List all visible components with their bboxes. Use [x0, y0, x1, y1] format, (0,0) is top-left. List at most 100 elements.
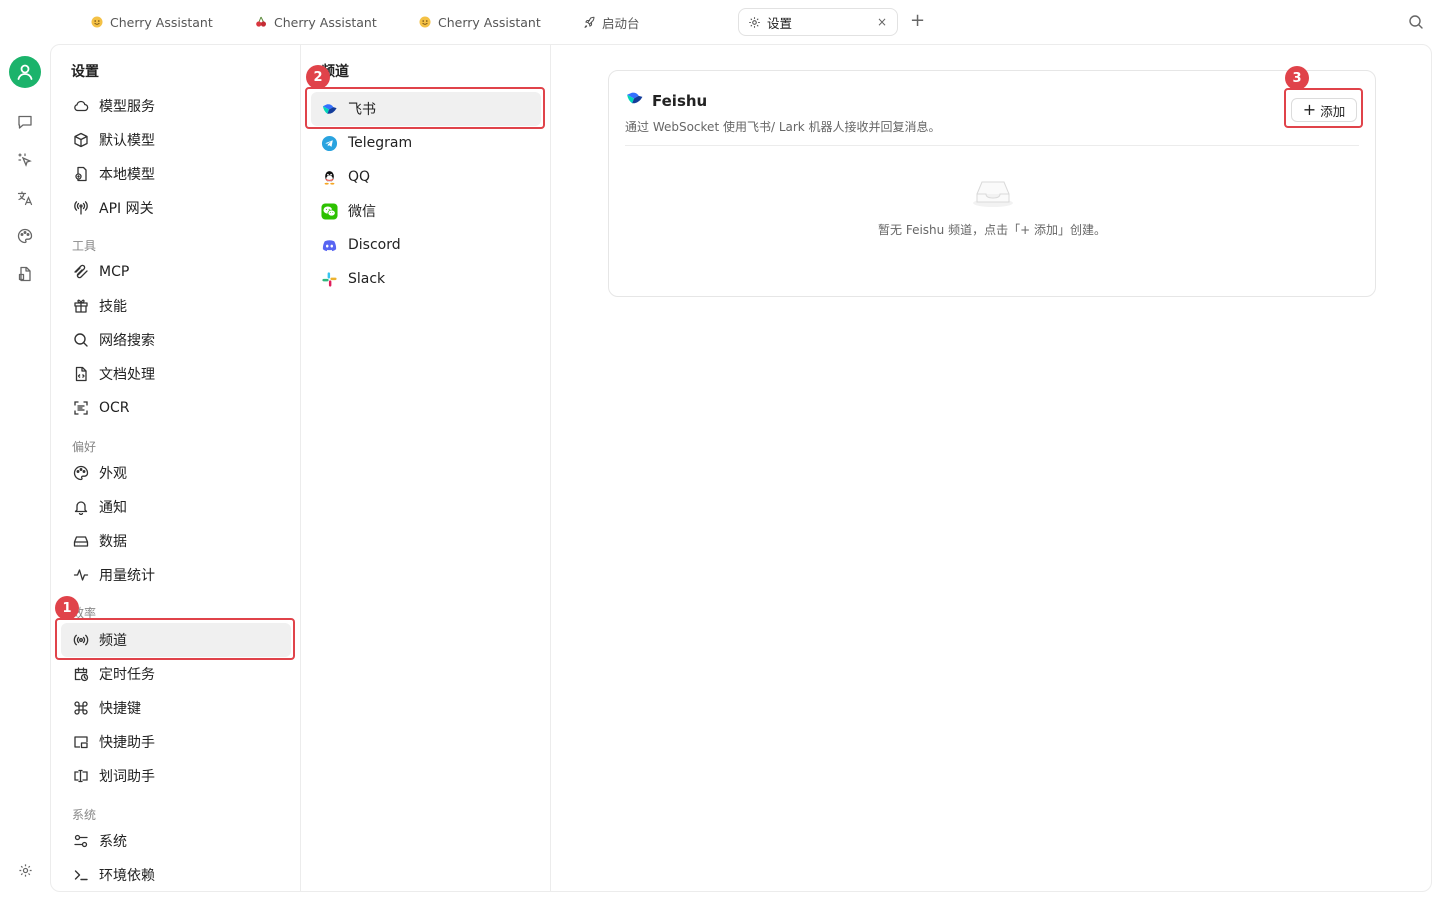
tab-cherry-assistant-2[interactable]: Cherry Assistant	[246, 8, 385, 36]
sidebar-item-channels[interactable]: 频道	[61, 623, 291, 657]
add-button-label: 添加	[1320, 103, 1346, 119]
document-code-icon	[73, 366, 89, 382]
channel-item-label: 飞书	[348, 102, 376, 118]
gear-icon[interactable]	[17, 862, 33, 878]
translate-icon[interactable]	[17, 190, 33, 206]
sidebar-item-appearance[interactable]: 外观	[61, 456, 291, 490]
calendar-clock-icon	[73, 666, 89, 682]
sidebar-item-quick-assistant[interactable]: 快捷助手	[61, 725, 291, 759]
sidebar-item-label: MCP	[99, 264, 130, 280]
channel-item-label: Slack	[348, 271, 386, 287]
channel-item-wechat[interactable]: 微信	[311, 194, 541, 228]
search-icon[interactable]	[1408, 14, 1424, 30]
tab-cherry-assistant-1[interactable]: Cherry Assistant	[82, 8, 221, 36]
new-tab-button[interactable]: +	[910, 12, 926, 30]
activity-icon	[73, 567, 89, 583]
sidebar-item-label: 技能	[99, 299, 127, 315]
sidebar-item-scheduled-tasks[interactable]: 定时任务	[61, 657, 291, 691]
tab-label: Cherry Assistant	[110, 14, 213, 30]
sidebar-item-usage-stats[interactable]: 用量统计	[61, 558, 291, 592]
sidebar-item-label: 频道	[99, 633, 127, 649]
channel-item-label: Telegram	[348, 135, 413, 151]
sidebar-item-label: 快捷助手	[99, 735, 155, 751]
sidebar-item-model-service[interactable]: 模型服务	[61, 89, 291, 123]
text-select-icon	[73, 768, 89, 784]
feishu-card: Feishu 通过 WebSocket 使用飞书/ Lark 机器人接收并回复消…	[608, 70, 1376, 297]
telegram-icon	[321, 135, 338, 152]
channel-item-discord[interactable]: Discord	[311, 228, 541, 262]
channel-item-qq[interactable]: QQ	[311, 160, 541, 194]
add-channel-button[interactable]: + 添加	[1291, 98, 1357, 122]
search-icon	[73, 332, 89, 348]
close-tab-icon[interactable]: ×	[877, 15, 887, 29]
annotation-badge-3: 3	[1285, 66, 1309, 90]
sidebar-item-label: 默认模型	[99, 133, 155, 149]
channel-item-feishu[interactable]: 飞书	[311, 92, 541, 126]
channel-item-telegram[interactable]: Telegram	[311, 126, 541, 160]
sparkle-cursor-icon[interactable]	[17, 152, 33, 168]
sidebar-item-skills[interactable]: 技能	[61, 289, 291, 323]
cube-icon	[73, 132, 89, 148]
sidebar-item-ocr[interactable]: OCR	[61, 391, 291, 425]
feishu-icon	[625, 89, 644, 112]
mcp-icon	[73, 264, 89, 280]
terminal-icon	[73, 867, 89, 883]
tab-label: Cherry Assistant	[438, 14, 541, 30]
avatar[interactable]	[9, 56, 41, 88]
emoji-face-icon	[418, 15, 432, 29]
sidebar-item-web-search[interactable]: 网络搜索	[61, 323, 291, 357]
group-label-tools: 工具	[72, 239, 97, 253]
channel-list: 频道 飞书 Telegram QQ 微信 Discord Slack	[301, 45, 551, 891]
tab-label: 设置	[767, 15, 793, 31]
emoji-face-icon	[90, 15, 104, 29]
sidebar-item-system[interactable]: 系统	[61, 824, 291, 858]
radio-broadcast-icon	[73, 632, 89, 648]
tab-label: Cherry Assistant	[274, 14, 377, 30]
group-label-preferences: 偏好	[72, 440, 97, 454]
sidebar-item-label: 本地模型	[99, 167, 155, 183]
sidebar-item-selection-assistant[interactable]: 划词助手	[61, 759, 291, 793]
settings-window: 设置 模型服务 默认模型 本地模型 API 网关 工具 MCP 技能 网络搜索 …	[50, 44, 1432, 892]
channel-item-slack[interactable]: Slack	[311, 262, 541, 296]
channel-item-label: QQ	[348, 169, 371, 185]
sidebar-item-default-model[interactable]: 默认模型	[61, 123, 291, 157]
sidebar-item-mcp[interactable]: MCP	[61, 255, 291, 289]
sidebar-item-label: 网络搜索	[99, 333, 155, 349]
antenna-icon	[73, 200, 89, 216]
wechat-icon	[321, 202, 338, 220]
card-header: Feishu	[625, 89, 707, 112]
document-icon[interactable]	[17, 266, 33, 282]
tab-cherry-assistant-3[interactable]: Cherry Assistant	[410, 8, 549, 36]
palette-icon[interactable]	[17, 228, 33, 244]
tab-label: 启动台	[602, 15, 640, 31]
sidebar-item-label: OCR	[99, 400, 130, 416]
annotation-badge-1: 1	[55, 596, 79, 620]
sidebar-item-notifications[interactable]: 通知	[61, 490, 291, 524]
sidebar-item-label: 环境依赖	[99, 868, 155, 884]
chat-icon[interactable]	[17, 114, 33, 130]
sidebar-item-shortcuts[interactable]: 快捷键	[61, 691, 291, 725]
sidebar-item-data[interactable]: 数据	[61, 524, 291, 558]
tab-bar: Cherry Assistant Cherry Assistant Cherry…	[0, 0, 1440, 44]
plus-icon: +	[1302, 100, 1317, 119]
empty-inbox-icon	[971, 176, 1015, 208]
channel-item-label: Discord	[348, 237, 401, 253]
card-title: Feishu	[652, 91, 708, 110]
sidebar-item-document-processing[interactable]: 文档处理	[61, 357, 291, 391]
group-label-system: 系统	[72, 808, 97, 822]
sidebar-item-label: 定时任务	[99, 667, 155, 683]
cloud-icon	[73, 98, 89, 114]
sidebar-item-environment[interactable]: 环境依赖	[61, 858, 291, 891]
hard-drive-icon	[73, 533, 89, 549]
settings-title: 设置	[71, 64, 99, 80]
bell-icon	[73, 499, 89, 515]
settings-sidebar: 设置 模型服务 默认模型 本地模型 API 网关 工具 MCP 技能 网络搜索 …	[51, 45, 301, 891]
sidebar-item-api-gateway[interactable]: API 网关	[61, 191, 291, 225]
sidebar-item-local-model[interactable]: 本地模型	[61, 157, 291, 191]
sidebar-item-label: 系统	[99, 834, 127, 850]
tab-settings[interactable]: 设置 ×	[738, 8, 898, 36]
tab-launchpad[interactable]: 启动台	[574, 8, 648, 36]
sidebar-item-label: 数据	[99, 534, 127, 550]
app-window-icon	[73, 734, 89, 750]
command-icon	[73, 700, 89, 716]
